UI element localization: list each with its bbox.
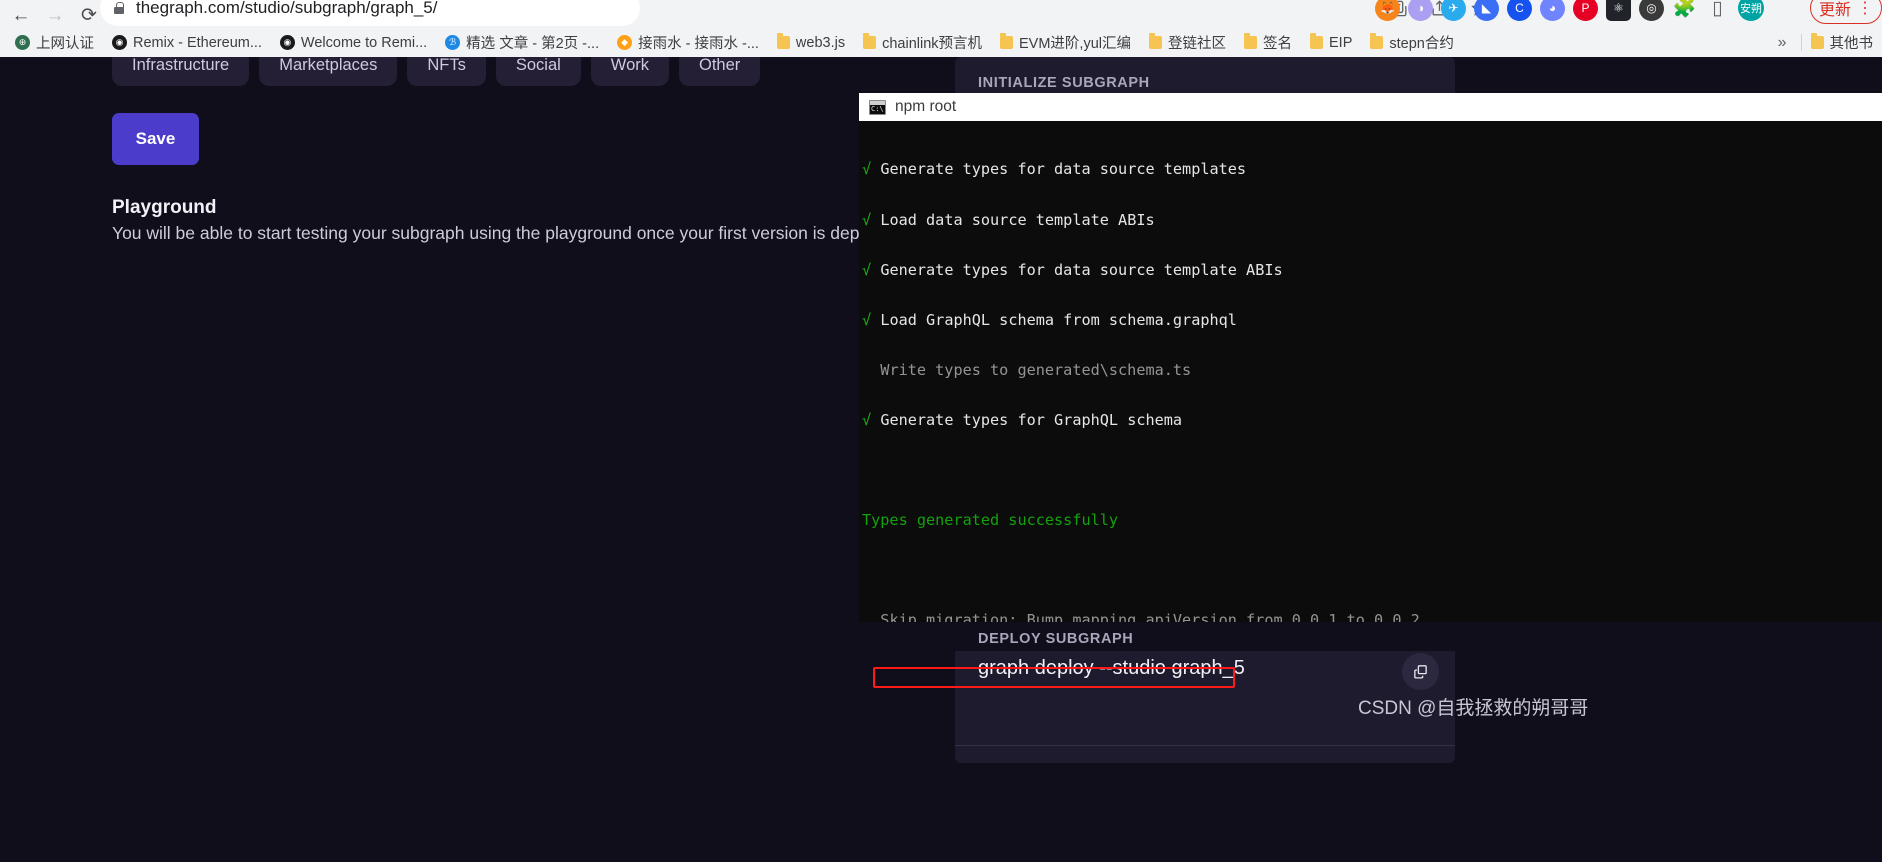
extension-telegram-icon[interactable]: ✈ (1441, 0, 1466, 21)
bookmark-label: EIP (1329, 34, 1353, 51)
terminal-title-bar[interactable]: C:\ npm root (859, 93, 1882, 121)
profile-avatar[interactable]: 安朔 (1738, 0, 1764, 21)
update-label: 更新 (1818, 2, 1851, 19)
category-chip-nfts[interactable]: NFTs (407, 57, 486, 86)
bookmark-label: EVM进阶,yul汇编 (1019, 36, 1132, 52)
terminal-title-text: npm root (895, 98, 957, 115)
bookmark-item[interactable]: 登链社区 (1140, 30, 1235, 56)
watermark: CSDN @自我拯救的朔哥哥 (1358, 698, 1589, 719)
bookmark-item[interactable]: ◉ Welcome to Remi... (271, 30, 436, 56)
bookmark-label: 接雨水 - 接雨水 -... (638, 36, 759, 52)
bookmark-label: 精选 文章 - 第2页 -... (466, 36, 600, 52)
extension-zebra-icon[interactable]: ◎ (1639, 0, 1664, 21)
bookmark-item[interactable]: chainlink预言机 (854, 30, 991, 56)
category-chip-marketplaces[interactable]: Marketplaces (259, 57, 398, 86)
extension-keplr-icon[interactable]: ◣ (1474, 0, 1499, 21)
back-icon[interactable]: ← (4, 2, 38, 28)
sidebar-toggle-icon[interactable]: ▯ (1705, 0, 1730, 21)
copy-command-button[interactable] (1402, 653, 1439, 690)
terminal-line: Types generated successfully (862, 511, 1119, 530)
extension-pinterest-icon[interactable]: P (1573, 0, 1598, 21)
deploy-panel-divider (955, 745, 1455, 746)
extension-rabby-icon[interactable]: ◕ (1540, 0, 1565, 21)
terminal-window: C:\ npm root √ Generate types for data s… (859, 93, 1882, 622)
folder-icon (1370, 33, 1384, 49)
leetcode-icon: ◆ (617, 35, 633, 50)
terminal-line: √ Load GraphQL schema from schema.graphq… (862, 310, 1237, 329)
folder-icon (1810, 33, 1824, 49)
other-bookmarks-item[interactable]: 其他书 (1802, 30, 1882, 56)
bookmark-item[interactable]: web3.js (768, 30, 854, 56)
bookmark-item[interactable]: EIP (1301, 30, 1361, 56)
folder-icon (1149, 33, 1163, 49)
extension-metamask-icon[interactable]: 🦊 (1375, 0, 1400, 21)
terminal-line: Skip migration: Bump mapping apiVersion … (880, 611, 1420, 622)
console-icon: C:\ (869, 99, 886, 115)
playground-title: Playground (112, 197, 217, 218)
bookmark-item[interactable]: ⊕ 上网认证 (6, 30, 103, 56)
remix-icon: ◉ (112, 35, 127, 50)
deploy-subgraph-label: DEPLOY SUBGRAPH (978, 631, 1134, 647)
folder-icon (776, 33, 790, 49)
bookmark-label: 登链社区 (1168, 36, 1227, 52)
deploy-command-text: graph deploy --studio graph_5 (978, 657, 1245, 679)
update-button[interactable]: 更新 ⋮ (1809, 0, 1882, 24)
other-bookmarks-label: 其他书 (1829, 36, 1874, 52)
terminal-line: √ Load data source template ABIs (862, 210, 1155, 229)
terminal-line: Write types to generated\schema.ts (880, 360, 1192, 379)
extension-react-devtools-icon[interactable]: ⚛ (1606, 0, 1631, 21)
bookmark-item[interactable]: ◆ 接雨水 - 接雨水 -... (608, 30, 768, 56)
bookmark-label: stepn合约 (1389, 36, 1454, 52)
initialize-subgraph-label: INITIALIZE SUBGRAPH (978, 75, 1150, 91)
extension-phantom-icon[interactable]: ◑ (1408, 0, 1433, 21)
category-chip-work[interactable]: Work (590, 57, 669, 86)
browser-nav-row: ← → ⟳ thegraph.com/studio/subgraph/graph… (0, 0, 1882, 30)
bookmark-label: web3.js (795, 34, 846, 51)
bookmark-item[interactable]: stepn合约 (1361, 30, 1462, 56)
bit-icon: ℬ (445, 35, 461, 50)
terminal-output[interactable]: √ Generate types for data source templat… (859, 121, 1882, 622)
address-bar[interactable]: thegraph.com/studio/subgraph/graph_5/ (100, 0, 640, 26)
terminal-line: √ Generate types for GraphQL schema (862, 410, 1183, 429)
bookmark-item[interactable]: ◉ Remix - Ethereum... (103, 30, 271, 56)
browser-chrome: ← → ⟳ thegraph.com/studio/subgraph/graph… (0, 0, 1882, 57)
bookmark-item[interactable]: ℬ 精选 文章 - 第2页 -... (436, 30, 608, 56)
extension-coinbase-icon[interactable]: C (1507, 0, 1532, 21)
extension-icons: 🦊 ◑ ✈ ◣ C ◕ P ⚛ ◎ 🧩 ▯ 安朔 (1375, 0, 1764, 26)
folder-icon (1000, 33, 1014, 49)
globe-icon: ⊕ (15, 35, 30, 50)
bookmark-label: chainlink预言机 (882, 36, 983, 52)
bookmarks-bar: ⊕ 上网认证 ◉ Remix - Ethereum... ◉ Welcome t… (0, 28, 1882, 57)
bookmark-item[interactable]: EVM进阶,yul汇编 (991, 30, 1140, 56)
graph-studio-page: Infrastructure Marketplaces NFTs Social … (0, 57, 1882, 862)
category-chip-social[interactable]: Social (495, 57, 581, 86)
forward-icon: → (45, 4, 65, 26)
category-chip-other[interactable]: Other (679, 57, 761, 86)
bookmark-label: Remix - Ethereum... (133, 34, 262, 51)
folder-icon (1310, 33, 1324, 49)
lock-icon (112, 1, 126, 15)
playground-description: You will be able to start testing your s… (112, 223, 907, 243)
bookmark-label: 签名 (1263, 36, 1293, 52)
bookmark-label: Welcome to Remi... (300, 34, 428, 51)
terminal-line: √ Generate types for data source templat… (862, 160, 1247, 179)
terminal-line: √ Generate types for data source templat… (862, 260, 1283, 279)
folder-icon (1244, 33, 1258, 49)
copy-icon (1414, 665, 1427, 679)
url-text: thegraph.com/studio/subgraph/graph_5/ (136, 0, 438, 17)
chevron-down-icon: ⋮ (1857, 0, 1873, 17)
category-chips: Infrastructure Marketplaces NFTs Social … (112, 57, 761, 86)
extension-puzzle-icon[interactable]: 🧩 (1672, 0, 1697, 21)
remix-icon: ◉ (279, 35, 295, 50)
folder-icon (863, 33, 877, 49)
category-chip-infrastructure[interactable]: Infrastructure (112, 57, 250, 86)
bookmark-item[interactable]: 签名 (1235, 30, 1301, 56)
bookmark-label: 上网认证 (36, 36, 94, 52)
bookmarks-overflow-icon[interactable]: » (1764, 34, 1801, 52)
save-button[interactable]: Save (112, 113, 199, 165)
